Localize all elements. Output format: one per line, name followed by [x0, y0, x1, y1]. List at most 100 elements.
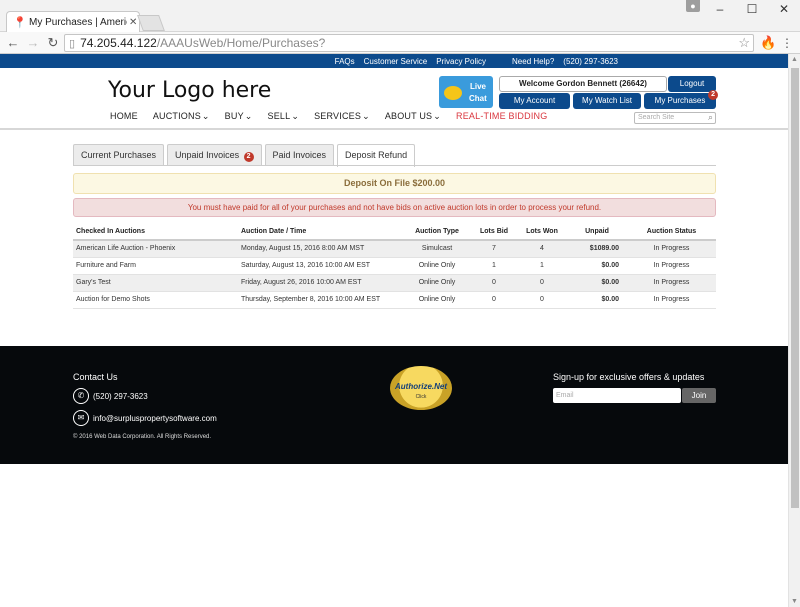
auction-date: Friday, August 26, 2016 10:00 AM EST [238, 274, 403, 292]
my-account-button[interactable]: My Account [499, 93, 570, 109]
tab-close-icon[interactable]: ✕ [129, 17, 137, 28]
tab-current-purchases[interactable]: Current Purchases [73, 144, 165, 166]
newsletter-email-input[interactable]: Email [553, 388, 681, 403]
logout-button[interactable]: Logout [668, 76, 716, 92]
join-button[interactable]: Join [682, 388, 716, 403]
nav-about-us[interactable]: ABOUT US⌄ [385, 111, 441, 122]
unpaid-count-badge: 2 [243, 152, 254, 162]
auction-name[interactable]: Furniture and Farm [73, 257, 238, 275]
auction-date: Saturday, August 13, 2016 10:00 AM EST [238, 257, 403, 275]
tab-title: My Purchases | American [29, 17, 127, 28]
main-nav: HOME AUCTIONS⌄ BUY⌄ SELL⌄ SERVICES⌄ ABOU… [110, 111, 562, 122]
auction-name[interactable]: American Life Auction - Phoenix [73, 240, 238, 258]
auction-status: In Progress [627, 257, 716, 275]
auction-type: Online Only [403, 274, 471, 292]
privacy-policy-link[interactable]: Privacy Policy [436, 57, 486, 66]
col-auction-status: Auction Status [627, 223, 716, 241]
my-watch-list-button[interactable]: My Watch List [573, 93, 641, 109]
lots-bid: 0 [471, 274, 517, 292]
purchase-tabs: Current Purchases Unpaid Invoices 2 Paid… [73, 144, 418, 167]
page-icon: ▯ [69, 37, 76, 50]
nav-services[interactable]: SERVICES⌄ [314, 111, 370, 122]
faqs-link[interactable]: FAQs [335, 57, 355, 66]
lots-bid: 7 [471, 240, 517, 258]
help-phone: (520) 297-3623 [563, 56, 618, 66]
forward-arrow-icon[interactable]: → [25, 35, 41, 51]
site-header: Your Logo here Live Chat Welcome Gordon … [0, 68, 788, 130]
auction-type: Online Only [403, 291, 471, 309]
table-row[interactable]: American Life Auction - Phoenix Monday, … [73, 240, 716, 258]
table-row[interactable]: Furniture and Farm Saturday, August 13, … [73, 257, 716, 275]
search-icon[interactable]: ⌕ [708, 112, 713, 122]
my-purchases-button[interactable]: My Purchases 2 [644, 90, 718, 109]
col-lots-won: Lots Won [517, 223, 567, 241]
footer-email: ✉ info@surpluspropertysoftware.com [73, 410, 217, 426]
browser-toolbar: ← → ↻ ▯ 74.205.44.122 /AAAUsWeb/Home/Pur… [0, 32, 800, 54]
need-help-label: Need Help? [512, 56, 555, 66]
bookmark-star-icon[interactable]: ☆ [738, 35, 750, 51]
live-chat-button[interactable]: Live Chat [439, 76, 493, 108]
customer-service-link[interactable]: Customer Service [364, 57, 428, 66]
address-bar[interactable]: ▯ 74.205.44.122 /AAAUsWeb/Home/Purchases… [64, 34, 754, 52]
maximize-icon[interactable]: ☐ [736, 0, 768, 18]
tab-unpaid-invoices[interactable]: Unpaid Invoices 2 [167, 144, 262, 166]
tab-unpaid-label: Unpaid Invoices [175, 150, 240, 160]
unpaid-amount: $1089.00 [567, 240, 627, 258]
nav-buy-label: BUY [224, 111, 244, 121]
nav-home[interactable]: HOME [110, 111, 138, 122]
chevron-down-icon: ⌄ [201, 111, 210, 121]
browser-menu-icon[interactable]: ⋮ [781, 36, 793, 50]
unpaid-amount: $0.00 [567, 274, 627, 292]
nav-real-time-bidding[interactable]: REAL-TIME BIDDING [456, 111, 547, 122]
back-arrow-icon[interactable]: ← [5, 35, 21, 51]
table-row[interactable]: Auction for Demo Shots Thursday, Septemb… [73, 291, 716, 309]
lots-won: 0 [517, 274, 567, 292]
footer-email-address[interactable]: info@surpluspropertysoftware.com [93, 414, 217, 423]
auction-type: Online Only [403, 257, 471, 275]
seal-click: Click [415, 394, 427, 400]
user-profile-icon[interactable]: ● [686, 0, 700, 12]
scrollbar-thumb[interactable] [791, 68, 799, 508]
nav-buy[interactable]: BUY⌄ [225, 111, 253, 122]
new-tab-button[interactable] [137, 15, 165, 31]
col-checked-in-auctions: Checked In Auctions [73, 223, 238, 241]
table-row[interactable]: Gary's Test Friday, August 26, 2016 10:0… [73, 274, 716, 292]
nav-about-us-label: ABOUT US [384, 111, 433, 121]
nav-sell[interactable]: SELL⌄ [268, 111, 300, 122]
lots-won: 0 [517, 291, 567, 309]
tab-paid-invoices[interactable]: Paid Invoices [264, 144, 335, 166]
lots-won: 4 [517, 240, 567, 258]
minimize-icon[interactable]: – [704, 0, 736, 18]
scroll-up-icon[interactable]: ▲ [791, 56, 798, 63]
scroll-down-icon[interactable]: ▼ [791, 598, 798, 605]
auction-name[interactable]: Auction for Demo Shots [73, 291, 238, 309]
tab-deposit-refund[interactable]: Deposit Refund [337, 144, 416, 167]
extension-flame-icon[interactable]: 🔥 [760, 35, 776, 51]
lots-bid: 0 [471, 291, 517, 309]
page-viewport: FAQs Customer Service Privacy Policy Nee… [0, 54, 788, 607]
site-logo[interactable]: Your Logo here [108, 78, 271, 103]
unpaid-amount: $0.00 [567, 291, 627, 309]
unpaid-amount: $0.00 [567, 257, 627, 275]
pin-favicon-icon: 📍 [13, 16, 27, 29]
chevron-down-icon: ⌄ [291, 111, 300, 121]
phone-icon: ✆ [73, 388, 89, 404]
seal-text: Authorize.Net [395, 382, 447, 391]
authorize-net-seal[interactable]: Authorize.Net Click [390, 366, 452, 410]
lots-bid: 1 [471, 257, 517, 275]
nav-auctions[interactable]: AUCTIONS⌄ [153, 111, 210, 122]
auction-date: Thursday, September 8, 2016 10:00 AM EST [238, 291, 403, 309]
reload-icon[interactable]: ↻ [45, 35, 61, 51]
close-window-icon[interactable]: ✕ [768, 0, 800, 18]
browser-tab[interactable]: 📍 My Purchases | American ✕ [6, 11, 140, 33]
auction-status: In Progress [627, 291, 716, 309]
site-search-input[interactable]: Search Site ⌕ [634, 112, 716, 124]
welcome-text: Welcome Gordon Bennett (26642) [499, 76, 667, 92]
nav-services-label: SERVICES [314, 111, 362, 121]
auction-name[interactable]: Gary's Test [73, 274, 238, 292]
col-unpaid: Unpaid [567, 223, 627, 241]
auction-status: In Progress [627, 240, 716, 258]
site-footer: Contact Us ✆ (520) 297-3623 ✉ info@surpl… [0, 346, 788, 464]
email-placeholder: Email [556, 392, 574, 399]
vertical-scrollbar[interactable]: ▲ ▼ [788, 54, 800, 607]
